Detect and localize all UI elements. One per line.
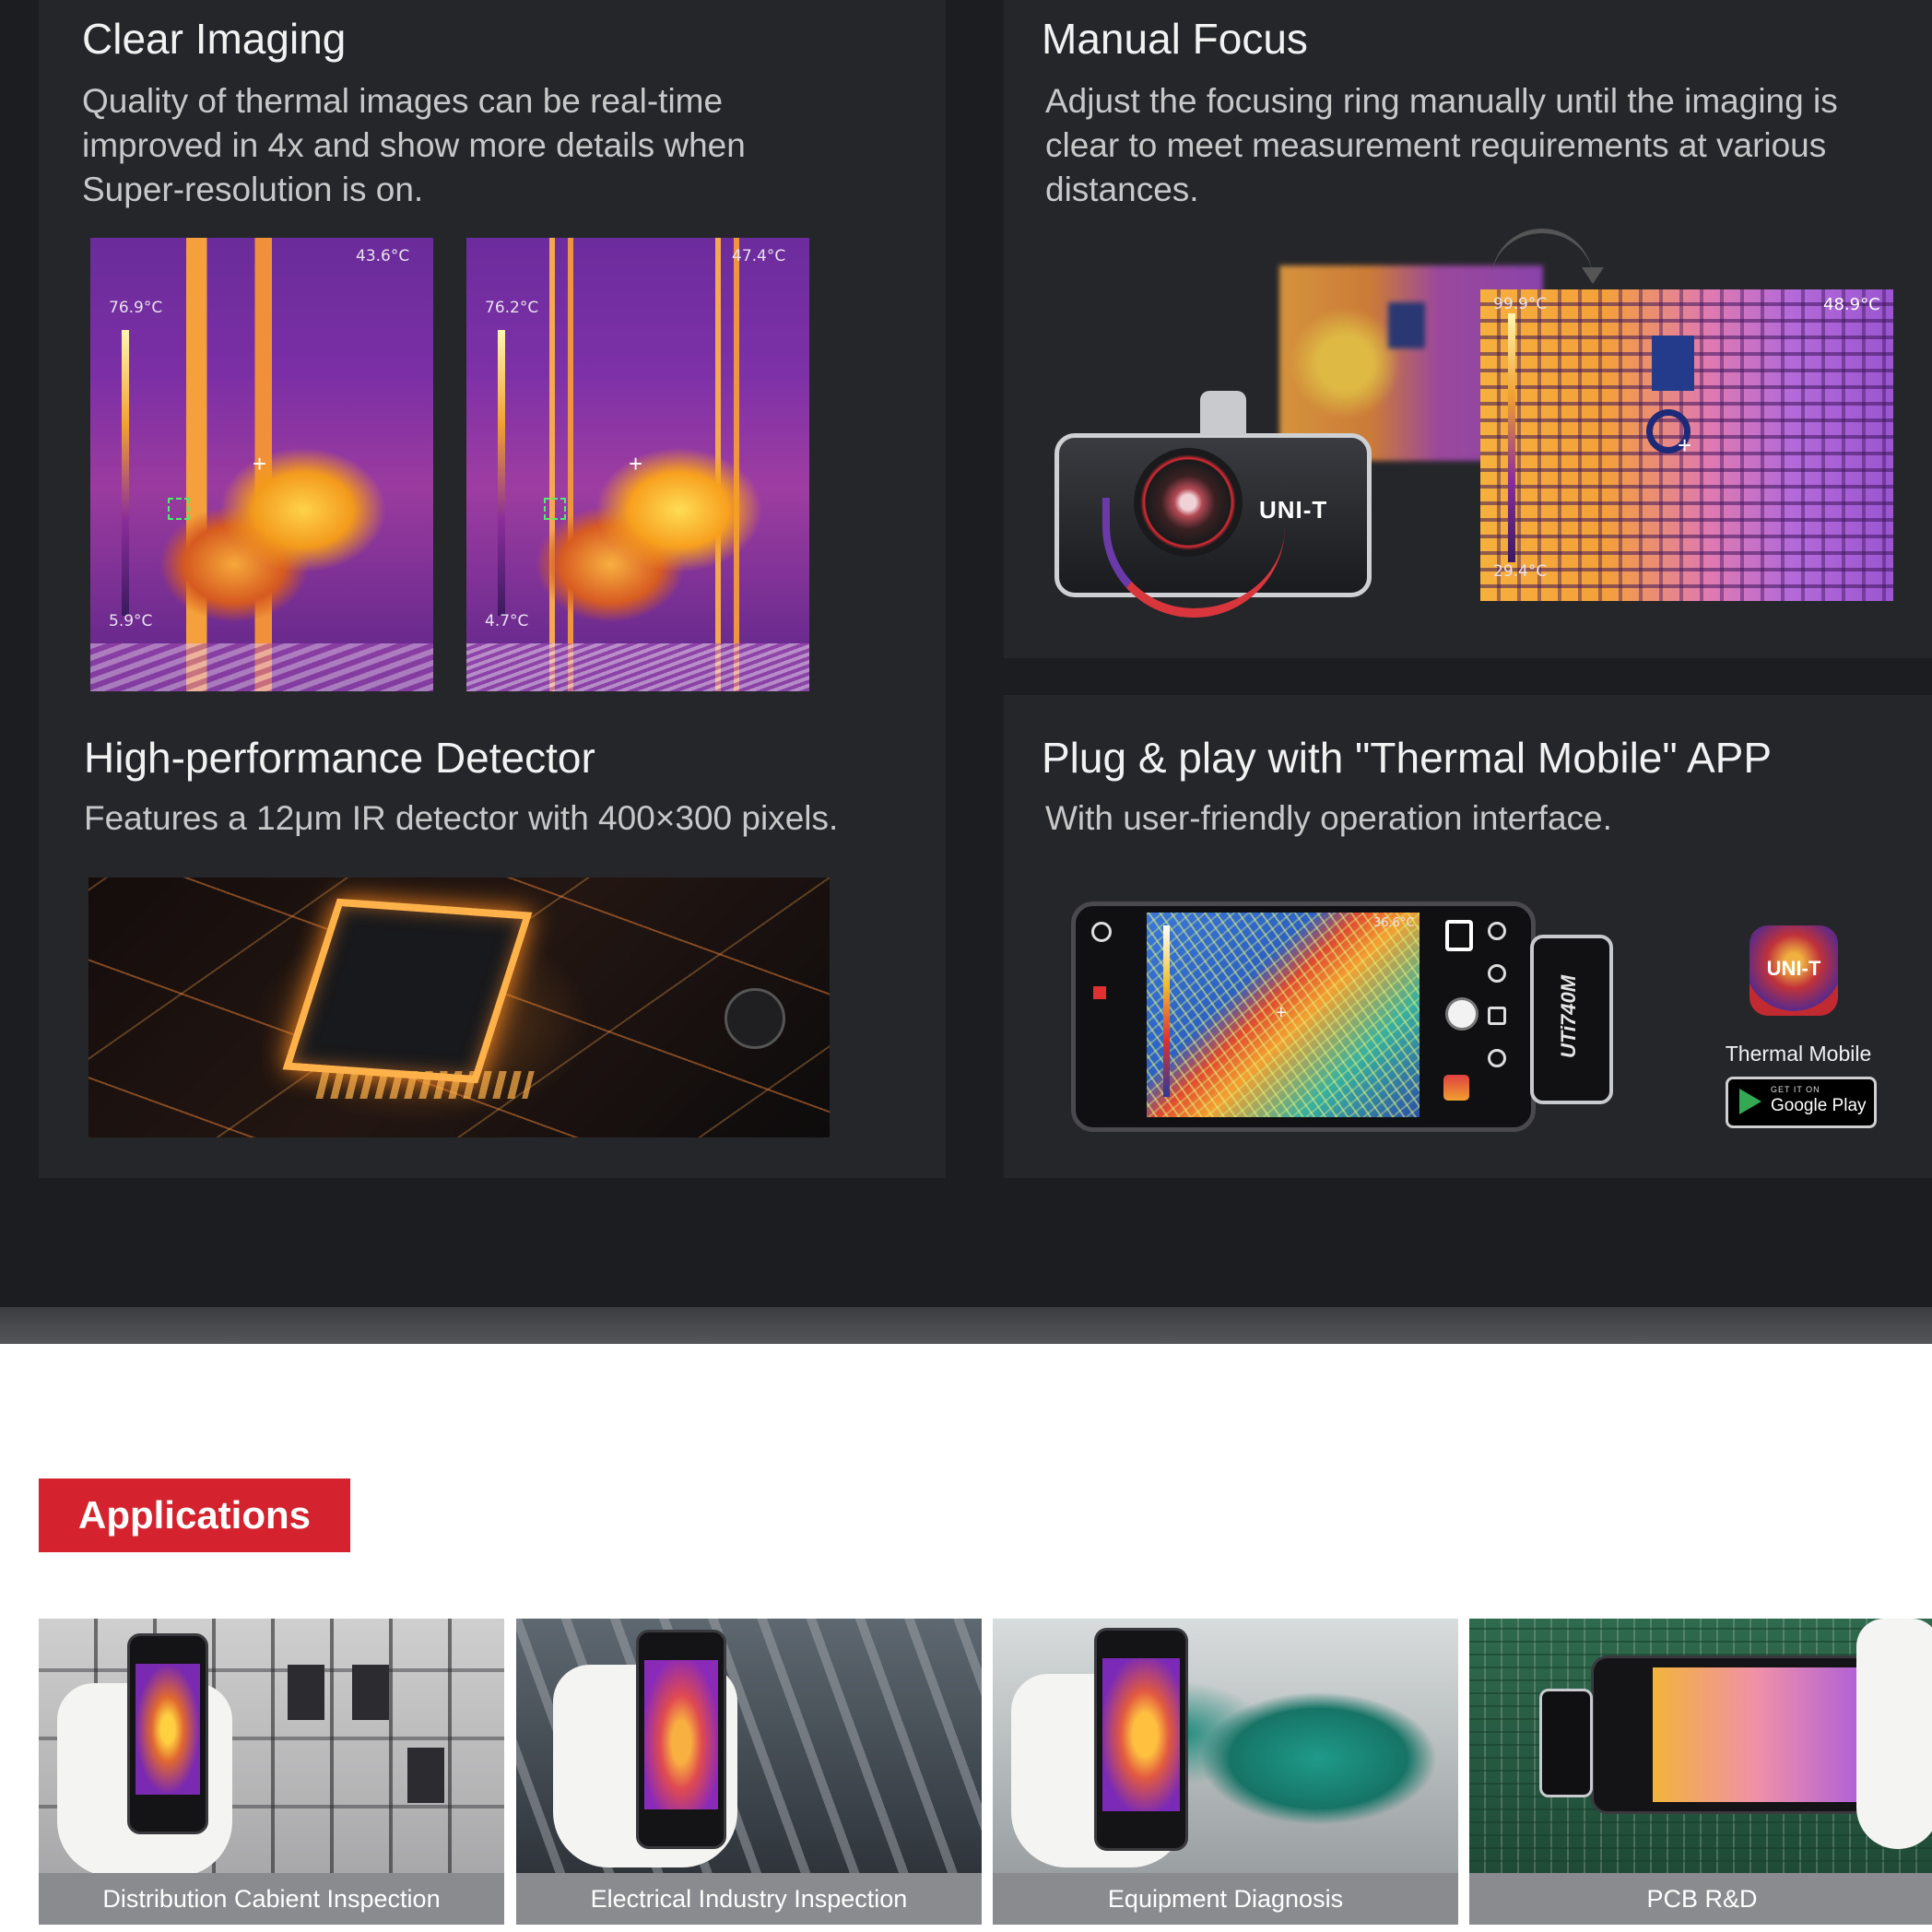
thumbnail-icon[interactable]	[1443, 1075, 1469, 1101]
phone-max-temp-label: 36.6°C	[1373, 916, 1415, 930]
clear-imaging-title: Clear Imaging	[82, 15, 347, 63]
hot-spot-marker-icon	[168, 498, 190, 520]
phone-in-hand	[1094, 1628, 1188, 1851]
application-caption: Electrical Industry Inspection	[516, 1873, 982, 1925]
manual-focus-title: Manual Focus	[1042, 15, 1308, 63]
scale-top-label: 76.9°C	[109, 299, 163, 317]
store-big-text: Google Play	[1771, 1096, 1867, 1115]
scale-bottom-label: 5.9°C	[109, 612, 153, 630]
application-photo	[39, 1619, 504, 1877]
max-temp-label: 43.6°C	[356, 247, 410, 265]
application-photo	[1469, 1619, 1932, 1873]
settings-icon[interactable]	[1091, 922, 1112, 942]
center-crosshair-icon: +	[629, 450, 643, 477]
scale-top-label: 99.9°C	[1493, 295, 1548, 313]
phone-in-hand	[127, 1633, 208, 1834]
detector-desc: Features a 12μm IR detector with 400×300…	[84, 799, 839, 837]
google-play-icon	[1739, 1089, 1761, 1114]
manual-focus-desc: Adjust the focusing ring manually until …	[1045, 82, 1838, 208]
thermal-image-focused: 48.9°C 99.9°C 29.4°C +	[1480, 289, 1893, 601]
hot-spot-marker-icon	[544, 498, 566, 520]
measure-icon[interactable]	[1488, 1049, 1506, 1067]
detector-chip-icon	[282, 898, 533, 1084]
thermal-module	[1539, 1689, 1593, 1797]
capture-icon[interactable]	[1488, 1007, 1506, 1025]
scale-top-label: 76.2°C	[485, 299, 539, 317]
arrow-head-icon	[1582, 267, 1604, 284]
application-card-equipment-diagnosis[interactable]: Equipment Diagnosis	[993, 1619, 1458, 1925]
thermal-image-standard: 43.6°C 76.9°C 5.9°C +	[90, 238, 433, 691]
capacitor-icon	[724, 988, 785, 1049]
app-desc: With user-friendly operation interface.	[1045, 799, 1612, 837]
phone-right-controls	[1427, 913, 1515, 1110]
scale-bottom-label: 4.7°C	[485, 612, 529, 630]
section-divider	[0, 1307, 1932, 1344]
application-photo	[993, 1619, 1458, 1873]
gloved-hand	[1856, 1619, 1932, 1849]
application-caption: Distribution Cabient Inspection	[39, 1873, 504, 1925]
store-small-text: GET IT ON	[1771, 1085, 1820, 1094]
record-icon[interactable]	[1093, 986, 1106, 999]
phone-left-toolbar	[1080, 913, 1117, 1110]
camera-brand-logo: UNI-T	[1259, 496, 1328, 524]
center-crosshair-icon: +	[1678, 431, 1692, 459]
google-play-badge[interactable]: GET IT ON Google Play	[1726, 1077, 1877, 1128]
application-card-pcb-rd[interactable]: PCB R&D	[1469, 1619, 1932, 1925]
max-temp-label: 47.4°C	[732, 247, 786, 265]
module-model-label: UTi740M	[1557, 974, 1580, 1059]
gallery-icon[interactable]	[1445, 920, 1473, 951]
application-caption: PCB R&D	[1469, 1873, 1932, 1925]
application-photo	[516, 1619, 982, 1873]
palette-icon[interactable]	[1488, 964, 1506, 983]
center-crosshair-icon: +	[253, 450, 267, 477]
mode-icon[interactable]	[1488, 922, 1506, 940]
phone-thermal-view: 36.6°C +	[1147, 913, 1420, 1117]
ir-detector-image	[88, 878, 830, 1137]
max-temp-label: 48.9°C	[1823, 295, 1880, 314]
application-card-distribution-cabinet[interactable]: Distribution Cabient Inspection	[39, 1619, 504, 1925]
app-icon[interactable]: UNI-T	[1749, 925, 1838, 1016]
app-icon-logo: UNI-T	[1766, 957, 1821, 980]
application-caption: Equipment Diagnosis	[993, 1873, 1458, 1925]
phone-in-hand	[636, 1630, 726, 1849]
usb-c-connector-icon	[1200, 391, 1246, 435]
application-card-electrical-industry[interactable]: Electrical Industry Inspection	[516, 1619, 982, 1925]
phone-crosshair-icon: +	[1276, 1003, 1287, 1023]
clear-imaging-desc: Quality of thermal images can be real-ti…	[82, 82, 746, 208]
app-name-label: Thermal Mobile	[1725, 1042, 1872, 1066]
thermal-image-super-resolution: 47.4°C 76.2°C 4.7°C +	[466, 238, 809, 691]
detector-title: High-performance Detector	[84, 734, 595, 782]
scale-bottom-label: 29.4°C	[1493, 562, 1548, 581]
shutter-button[interactable]	[1445, 997, 1478, 1031]
app-title: Plug & play with "Thermal Mobile" APP	[1042, 734, 1772, 782]
applications-heading: Applications	[39, 1478, 350, 1552]
